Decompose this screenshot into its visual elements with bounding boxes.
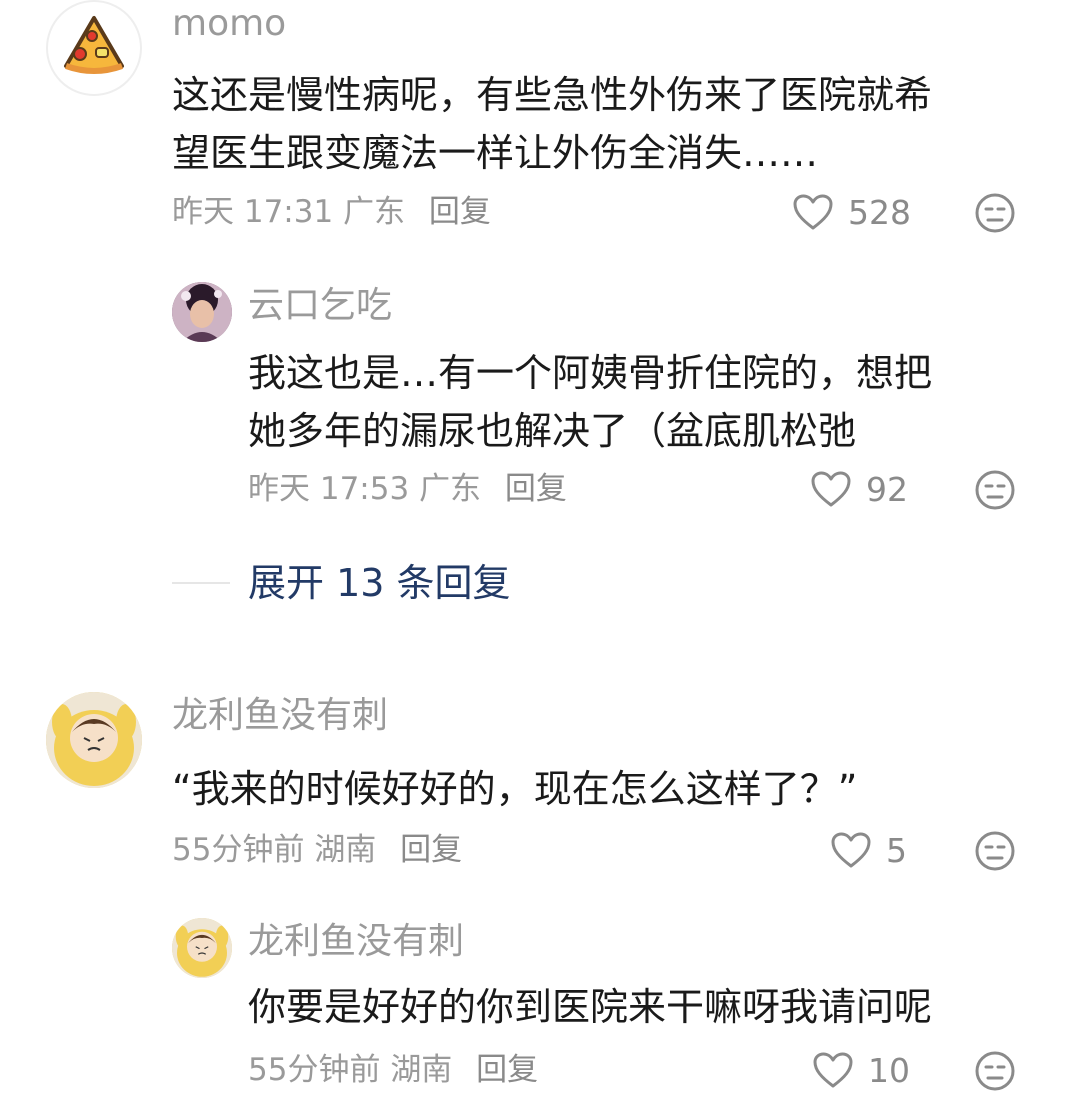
reply-location: 广东 [419,471,482,507]
heart-outline-icon [810,470,852,508]
reply-meta: 55分钟前 湖南 回复 [248,1048,538,1092]
like-count: 10 [868,1050,910,1090]
avatar[interactable] [46,692,142,788]
expand-replies-button[interactable]: 展开 13 条回复 [248,558,511,608]
meh-face-icon [975,831,1015,871]
like-button[interactable]: 10 [812,1048,910,1092]
dislike-button[interactable] [974,830,1016,872]
like-count: 5 [886,830,907,870]
comment-time: 55分钟前 [172,832,305,868]
like-button[interactable]: 528 [792,190,911,234]
reply-text: 你要是好好的你到医院来干嘛呀我请问呢 [248,985,933,1029]
reply-text: 我这也是…有一个阿姨骨折住院的，想把 她多年的漏尿也解决了（盆底肌松弛 [248,351,933,453]
comment-location: 广东 [343,194,406,230]
avatar[interactable] [46,0,142,96]
reply-meta: 昨天 17:53 广东 回复 [248,467,567,511]
reply-avatar[interactable] [172,918,232,978]
comment-meta: 55分钟前 湖南 回复 [172,828,462,872]
plush-doll-icon [172,918,232,978]
reply-location: 湖南 [390,1052,453,1088]
expand-divider [172,582,230,584]
reply-username[interactable]: 云口乞吃 [248,282,392,330]
like-button[interactable]: 5 [830,828,907,872]
meh-face-icon [975,470,1015,510]
comment-username[interactable]: momo [172,0,286,48]
reply-time: 昨天 17:53 [248,471,410,507]
comment-text: “我来的时候好好的，现在怎么这样了？” [172,767,858,811]
plush-doll-icon [46,692,142,788]
heart-outline-icon [830,831,872,869]
reply-avatar[interactable] [172,282,232,342]
reply-button[interactable]: 回复 [400,832,462,868]
pizza-icon [64,16,124,74]
comment-username[interactable]: 龙利鱼没有刺 [172,692,388,740]
reply-time: 55分钟前 [248,1052,381,1088]
reply-button[interactable]: 回复 [476,1052,538,1088]
reply-button[interactable]: 回复 [505,471,567,507]
heart-outline-icon [812,1051,854,1089]
dislike-button[interactable] [974,1050,1016,1092]
comment-location: 湖南 [314,832,377,868]
dislike-button[interactable] [974,469,1016,511]
dislike-button[interactable] [974,192,1016,234]
comment-time: 昨天 17:31 [172,194,334,230]
meh-face-icon [975,193,1015,233]
meh-face-icon [975,1051,1015,1091]
person-photo-icon [172,282,232,342]
comment-text: 这还是慢性病呢，有些急性外伤来了医院就希 望医生跟变魔法一样让外伤全消失…… [172,73,933,175]
like-count: 528 [848,192,911,232]
comment-meta: 昨天 17:31 广东 回复 [172,190,491,234]
reply-button[interactable]: 回复 [429,194,491,230]
reply-username[interactable]: 龙利鱼没有刺 [248,918,464,966]
like-button[interactable]: 92 [810,467,908,511]
heart-outline-icon [792,193,834,231]
like-count: 92 [866,469,908,509]
